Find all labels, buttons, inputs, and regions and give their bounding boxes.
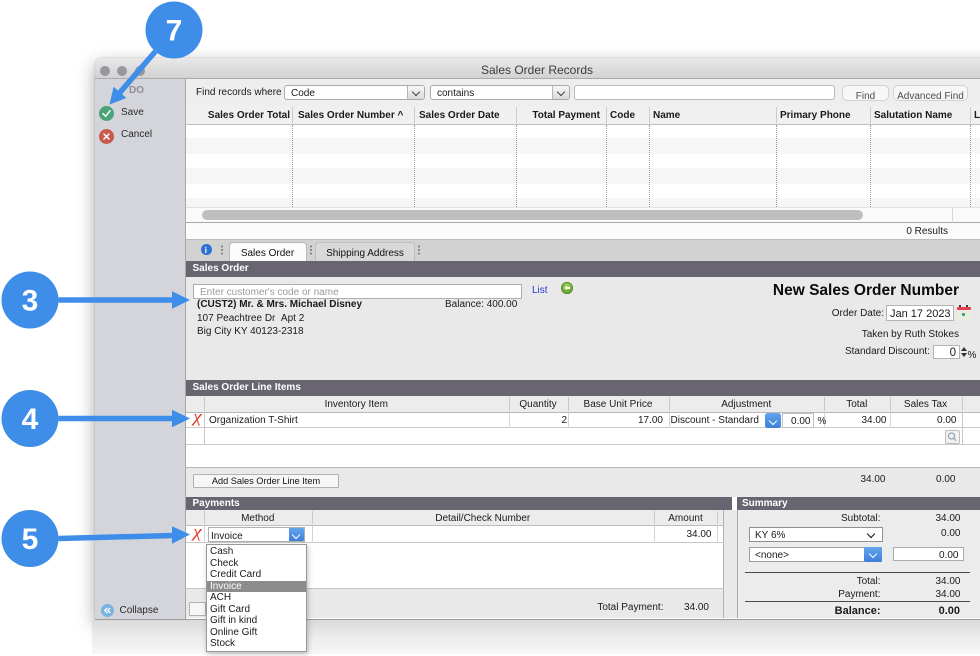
- svg-text:4: 4: [22, 403, 39, 436]
- svg-text:7: 7: [166, 15, 183, 48]
- svg-text:5: 5: [22, 523, 39, 556]
- svg-text:3: 3: [22, 285, 39, 318]
